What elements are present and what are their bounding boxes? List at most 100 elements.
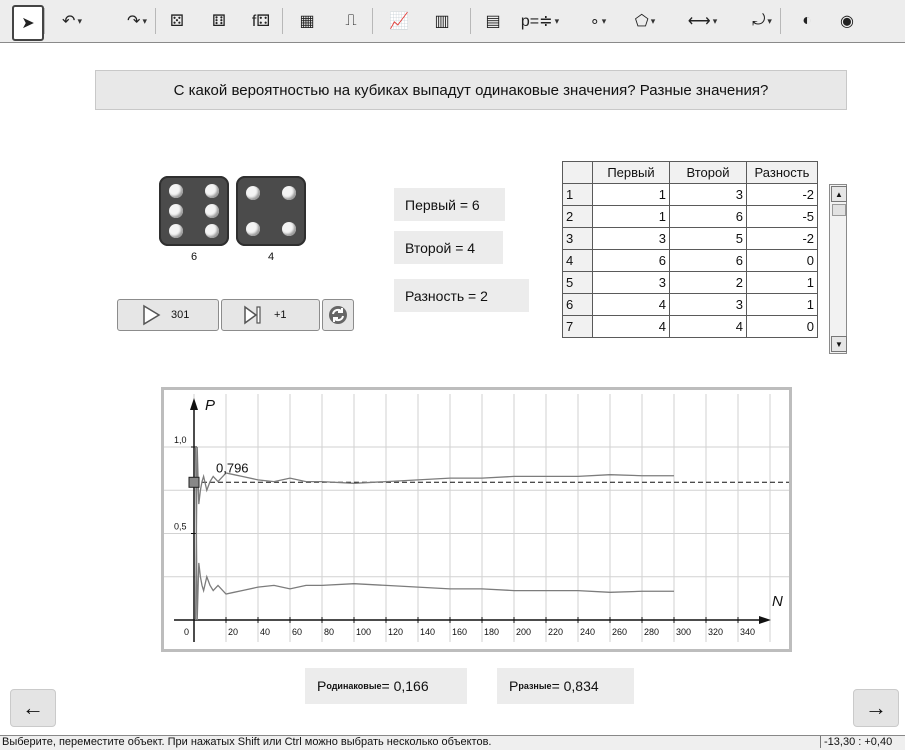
dice-roll-tool-button[interactable]: ⚅	[204, 5, 234, 37]
probability-chart: 0 20 40 60 80 100 120 140 160 180 200 220 240 260 280 3…	[164, 394, 789, 642]
y-axis-arrow	[190, 398, 198, 410]
toolbar: ➤ ↶ ▾ ↷ ▾ ⚄ ⚅ f⚃ ▦ ⎍ 📈 ▥ ▤ p=≑ ▾ ∘ ▾ ⬠ ▾ ⟷ ▾ ⤾ ▾ ◐ ◉	[0, 0, 905, 43]
table-cell[interactable]: 4	[592, 293, 670, 316]
probability-graph[interactable]: 0 20 40 60 80 100 120 140 160 180 200 220 240 260 280 3…	[161, 387, 792, 652]
row-number[interactable]: 3	[562, 227, 593, 250]
table-cell[interactable]: -2	[746, 227, 818, 250]
table-cell[interactable]: -2	[746, 183, 818, 206]
step-chart-tool-button[interactable]: ⎍	[334, 5, 368, 37]
dice-function-tool-button[interactable]: f⚃	[244, 5, 278, 37]
row-number[interactable]: 2	[562, 205, 593, 228]
first-die[interactable]	[159, 176, 229, 246]
line-chart-tool-button[interactable]: 📈	[382, 5, 416, 37]
probability-tool-button[interactable]: p=≑ ▾	[515, 5, 565, 37]
polygon-tool-button[interactable]: ⬠ ▾	[620, 5, 670, 37]
run-simulation-button[interactable]: 301	[117, 299, 219, 331]
table-cell[interactable]: 3	[669, 183, 747, 206]
spreadsheet-tool-button[interactable]: ▦	[290, 5, 324, 37]
probability-different-text: Pразные = 0,834	[497, 668, 634, 704]
table-cell[interactable]: 2	[669, 271, 747, 294]
histogram-tool-button[interactable]: ▥	[425, 5, 459, 37]
toolbar-separator	[44, 8, 45, 34]
table-row[interactable]: 3 3 5 -2	[562, 227, 818, 250]
chevron-down-icon[interactable]: ▾	[602, 16, 607, 27]
dice-icon: ⚄	[170, 13, 184, 30]
table-cell[interactable]: 6	[592, 249, 670, 272]
table-cell[interactable]: 1	[746, 271, 818, 294]
status-message: Выберите, переместите объект. При нажаты…	[2, 736, 492, 748]
x-tick-label: 280	[644, 627, 659, 637]
table-cell[interactable]: 4	[669, 315, 747, 338]
table-cell[interactable]: 6	[669, 249, 747, 272]
chevron-down-icon[interactable]: ▾	[77, 16, 82, 27]
probability-same-text: Pодинаковые = 0,166	[305, 668, 467, 704]
x-tick-label: 320	[708, 627, 723, 637]
table-row[interactable]: 6431	[562, 293, 818, 316]
table-cell[interactable]: 5	[669, 227, 747, 250]
x-axis-label: N	[772, 593, 783, 610]
column-header[interactable]: Разность	[746, 161, 818, 184]
chevron-down-icon[interactable]: ▾	[142, 16, 147, 27]
step-chart-icon: ⎍	[345, 12, 357, 29]
calculator-tool-button[interactable]: ▤	[478, 5, 508, 37]
eye-tool-button[interactable]: ◉	[832, 5, 862, 37]
table-cell[interactable]: 3	[669, 293, 747, 316]
table-cell[interactable]: 0	[746, 249, 818, 272]
toolbar-separator	[282, 8, 283, 34]
chevron-down-icon[interactable]: ▾	[713, 16, 718, 27]
table-row[interactable]: 7440	[562, 315, 818, 338]
toolbar-separator	[372, 8, 373, 34]
x-tick-label: 140	[420, 627, 435, 637]
row-number[interactable]: 6	[562, 293, 593, 316]
spreadsheet-table[interactable]: Первый Второй Разность 1 1 3 -2 2 1 6 -5 3 3 5 -2 4 6…	[562, 161, 818, 338]
chevron-down-icon[interactable]: ▾	[651, 16, 656, 27]
table-row[interactable]: 5321	[562, 271, 818, 294]
move-tool-tool-button[interactable]: ➤	[12, 5, 44, 41]
x-tick-label: 260	[612, 627, 627, 637]
dice-function-icon: f⚃	[251, 13, 271, 30]
show-hide-tool-button[interactable]: ◐	[792, 5, 822, 37]
scroll-down-icon[interactable]: ▼	[831, 336, 847, 352]
transform-tool-button[interactable]: ⤾ ▾	[742, 5, 782, 37]
table-cell[interactable]: 1	[592, 183, 670, 206]
dice-tool-button[interactable]: ⚄	[162, 5, 192, 37]
y-tick-label: 1,0	[174, 435, 187, 445]
second-die[interactable]	[236, 176, 306, 246]
row-number[interactable]: 4	[562, 249, 593, 272]
table-cell[interactable]: 4	[592, 315, 670, 338]
table-scrollbar[interactable]: ▲ ▼	[829, 184, 847, 354]
table-cell[interactable]: 0	[746, 315, 818, 338]
chevron-down-icon[interactable]: ▾	[767, 16, 772, 27]
table-cell[interactable]: -5	[746, 205, 818, 228]
table-cell[interactable]: 1	[746, 293, 818, 316]
row-number[interactable]: 5	[562, 271, 593, 294]
redo-tool-button[interactable]: ↷ ▾	[117, 5, 157, 37]
distance-tool-button[interactable]: ⟷ ▾	[675, 5, 730, 37]
table-cell[interactable]: 3	[592, 227, 670, 250]
scroll-up-icon[interactable]: ▲	[831, 186, 847, 202]
move-tool-icon: ➤	[21, 15, 35, 32]
table-row[interactable]: 1 1 3 -2	[562, 183, 818, 206]
row-number[interactable]: 7	[562, 315, 593, 338]
point-tool-button[interactable]: ∘ ▾	[583, 5, 613, 37]
column-header[interactable]: Второй	[669, 161, 747, 184]
row-number[interactable]: 1	[562, 183, 593, 206]
table-cell[interactable]: 3	[592, 271, 670, 294]
step-forward-icon	[244, 305, 261, 325]
table-row[interactable]: 2 1 6 -5	[562, 205, 818, 228]
undo-tool-button[interactable]: ↶ ▾	[52, 5, 92, 37]
scroll-thumb[interactable]	[832, 204, 846, 216]
previous-page-button[interactable]: ←	[10, 689, 56, 727]
chevron-down-icon[interactable]: ▾	[555, 16, 560, 27]
arrow-left-icon: ←	[22, 695, 44, 720]
x-tick-label: 200	[516, 627, 531, 637]
table-row[interactable]: 4660	[562, 249, 818, 272]
spreadsheet-icon: ▦	[299, 13, 315, 30]
table-cell[interactable]: 1	[592, 205, 670, 228]
step-button[interactable]: +1	[221, 299, 320, 331]
column-header[interactable]: Первый	[592, 161, 670, 184]
table-cell[interactable]: 6	[669, 205, 747, 228]
next-page-button[interactable]: →	[853, 689, 899, 727]
second-value-text: Второй = 4	[394, 231, 503, 264]
reset-button[interactable]	[322, 299, 354, 331]
